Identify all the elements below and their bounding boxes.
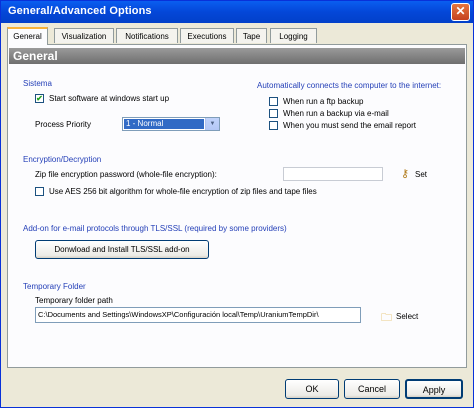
temp-title: Temporary Folder bbox=[23, 282, 86, 291]
priority-value: 1 - Normal bbox=[124, 119, 204, 129]
email-backup-checkbox[interactable] bbox=[269, 109, 278, 118]
ftp-checkbox-label: When run a ftp backup bbox=[283, 97, 364, 106]
set-button[interactable]: Set bbox=[415, 170, 427, 179]
password-input[interactable] bbox=[283, 167, 383, 181]
tab-logging[interactable]: Logging bbox=[270, 28, 317, 43]
title-bar[interactable]: General/Advanced Options ✕ bbox=[1, 1, 473, 23]
tab-visualization[interactable]: Visualization bbox=[54, 28, 114, 43]
close-button[interactable]: ✕ bbox=[451, 3, 470, 21]
tab-notifications[interactable]: Notifications bbox=[116, 28, 178, 43]
ok-button[interactable]: OK bbox=[285, 379, 339, 399]
addon-title: Add-on for e-mail protocols through TLS/… bbox=[23, 224, 287, 233]
tab-tape[interactable]: Tape bbox=[236, 28, 267, 43]
section-header: General bbox=[9, 48, 465, 64]
encryption-title: Encryption/Decryption bbox=[23, 155, 102, 164]
tab-general[interactable]: General bbox=[7, 27, 48, 45]
apply-button[interactable]: Apply bbox=[405, 379, 463, 399]
sistema-title: Sistema bbox=[23, 79, 52, 88]
email-backup-checkbox-label: When run a backup via e-mail bbox=[283, 109, 389, 118]
chevron-down-icon[interactable]: ▼ bbox=[205, 118, 219, 130]
key-icon[interactable]: ⚷ bbox=[401, 167, 409, 180]
window-title: General/Advanced Options bbox=[8, 5, 152, 17]
ftp-checkbox[interactable] bbox=[269, 97, 278, 106]
tab-executions[interactable]: Executions bbox=[180, 28, 234, 43]
aes-checkbox-label: Use AES 256 bit algorithm for whole-file… bbox=[49, 187, 317, 196]
start-checkbox-label: Start software at windows start up bbox=[49, 94, 170, 103]
password-label: Zip file encryption password (whole-file… bbox=[35, 170, 217, 179]
internet-title: Automatically connects the computer to t… bbox=[257, 81, 442, 90]
select-button[interactable]: Select bbox=[396, 312, 418, 321]
priority-select[interactable]: 1 - Normal ▼ bbox=[122, 117, 220, 131]
aes-checkbox[interactable] bbox=[35, 187, 44, 196]
download-tls-button[interactable]: Donwload and Install TLS/SSL add-on bbox=[35, 240, 209, 259]
temp-path-input[interactable]: C:\Documents and Settings\WindowsXP\Conf… bbox=[35, 307, 361, 323]
cancel-button[interactable]: Cancel bbox=[344, 379, 400, 399]
folder-icon[interactable]: 🗀 bbox=[381, 309, 392, 328]
temp-path-label: Temporary folder path bbox=[35, 296, 113, 305]
email-report-checkbox[interactable] bbox=[269, 121, 278, 130]
email-report-checkbox-label: When you must send the email report bbox=[283, 121, 416, 130]
start-checkbox[interactable]: ✔ bbox=[35, 94, 44, 103]
options-window: General/Advanced Options ✕ General Visua… bbox=[0, 0, 474, 408]
priority-label: Process Priority bbox=[35, 120, 92, 129]
